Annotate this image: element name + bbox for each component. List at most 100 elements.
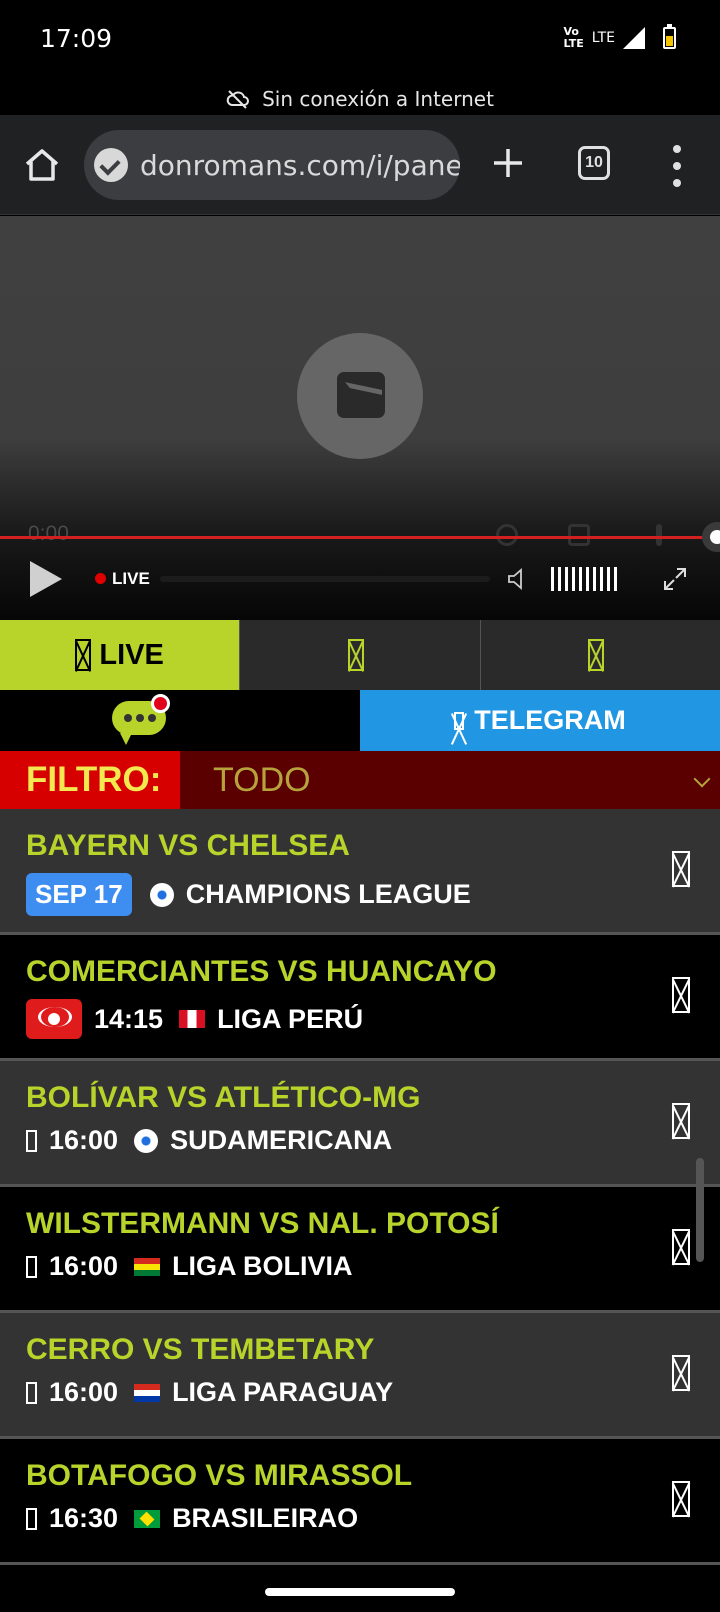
tab-live-label: LIVE bbox=[99, 638, 164, 671]
match-time: 16:00 bbox=[49, 1125, 119, 1155]
match-title[interactable]: WILSTERMANN VS NAL. POTOSÍ bbox=[26, 1207, 499, 1241]
league-name: CHAMPIONS LEAGUE bbox=[185, 879, 471, 909]
progress-bar[interactable] bbox=[0, 536, 720, 539]
date-badge: SEP 17 bbox=[26, 873, 132, 916]
league-name: BRASILEIRAO bbox=[172, 1503, 359, 1533]
tab-glyph-icon bbox=[588, 639, 605, 671]
live-broadcast-icon bbox=[26, 999, 82, 1039]
battery-charging-icon bbox=[663, 24, 676, 49]
offline-text: Sin conexión a Internet bbox=[262, 86, 494, 111]
match-meta: SEP 17 CHAMPIONS LEAGUE bbox=[26, 873, 471, 916]
play-match-icon[interactable] bbox=[672, 977, 690, 1013]
url-text[interactable]: donromans.com/i/panel/ bbox=[140, 149, 460, 182]
match-title[interactable]: BOTAFOGO VS MIRASSOL bbox=[26, 1459, 412, 1493]
plus-icon[interactable] bbox=[488, 143, 528, 183]
match-row[interactable]: BAYERN VS CHELSEA SEP 17 CHAMPIONS LEAGUE bbox=[0, 809, 720, 935]
peru-flag-icon bbox=[179, 1010, 206, 1028]
lte-label: LTE bbox=[591, 30, 615, 46]
browser-toolbar: donromans.com/i/panel/ 10 bbox=[0, 115, 720, 215]
match-meta: 16:00 LIGA PARAGUAY bbox=[26, 1377, 393, 1408]
soccer-ball-icon bbox=[149, 882, 174, 907]
match-row[interactable]: COMERCIANTES VS HUANCAYO 14:15 LIGA PERÚ bbox=[0, 935, 720, 1061]
notification-dot bbox=[151, 694, 170, 713]
filter-label: FILTRO: bbox=[0, 751, 180, 809]
status-bar: 17:09 Vo LTE LTE bbox=[0, 0, 720, 82]
match-title[interactable]: CERRO VS TEMBETARY bbox=[26, 1333, 374, 1367]
volume-slider[interactable] bbox=[551, 567, 621, 591]
video-player[interactable]: 0:00 LIVE bbox=[0, 216, 720, 620]
play-match-icon[interactable] bbox=[672, 1355, 690, 1391]
filter-selected-value: TODO bbox=[213, 760, 311, 799]
ghost-controls bbox=[496, 522, 696, 548]
tab-glyph-icon bbox=[347, 639, 364, 671]
address-bar[interactable]: donromans.com/i/panel/ bbox=[84, 130, 460, 200]
match-list: BAYERN VS CHELSEA SEP 17 CHAMPIONS LEAGUE C… bbox=[0, 809, 720, 1565]
match-row[interactable]: BOTAFOGO VS MIRASSOL 16:30 BRASILEIRAO bbox=[0, 1439, 720, 1565]
play-match-icon[interactable] bbox=[672, 1229, 690, 1265]
match-time: 14:15 bbox=[94, 1003, 164, 1034]
more-vert-icon[interactable] bbox=[670, 145, 684, 187]
status-time: 17:09 bbox=[40, 24, 113, 53]
match-title[interactable]: COMERCIANTES VS HUANCAYO bbox=[26, 955, 497, 989]
filter-bar: FILTRO: TODO bbox=[0, 751, 720, 809]
secure-check-icon[interactable] bbox=[94, 148, 128, 182]
tab-second[interactable] bbox=[240, 620, 481, 690]
tab-third[interactable] bbox=[481, 620, 720, 690]
clock-icon bbox=[26, 1255, 37, 1278]
league-name: LIGA PERÚ bbox=[217, 1003, 364, 1034]
match-meta: 14:15 LIGA PERÚ bbox=[26, 999, 363, 1039]
play-icon[interactable] bbox=[30, 561, 62, 597]
clock-icon bbox=[26, 1507, 37, 1530]
league-name: LIGA PARAGUAY bbox=[172, 1377, 394, 1407]
chevron-down-icon[interactable] bbox=[693, 770, 711, 788]
telegram-icon bbox=[454, 711, 465, 730]
filter-select[interactable]: TODO bbox=[180, 751, 720, 809]
play-match-icon[interactable] bbox=[672, 1481, 690, 1517]
poster-placeholder bbox=[297, 333, 423, 459]
live-glyph-icon bbox=[75, 639, 92, 671]
telegram-label: TELEGRAM bbox=[474, 705, 626, 735]
match-meta: 16:00 LIGA BOLIVIA bbox=[26, 1251, 353, 1282]
tabs-icon[interactable]: 10 bbox=[578, 146, 610, 180]
clock-icon bbox=[26, 1129, 37, 1152]
match-time: 16:00 bbox=[49, 1251, 119, 1281]
progress-knob[interactable] bbox=[702, 522, 720, 552]
match-title[interactable]: BAYERN VS CHELSEA bbox=[26, 829, 350, 863]
match-meta: 16:30 BRASILEIRAO bbox=[26, 1503, 358, 1534]
ghost-time: 0:00 bbox=[28, 522, 69, 545]
tab-live[interactable]: LIVE bbox=[0, 620, 241, 690]
home-icon[interactable] bbox=[22, 145, 62, 185]
chat-row: TELEGRAM bbox=[0, 690, 720, 751]
section-tabs: LIVE bbox=[0, 620, 720, 690]
volume-icon[interactable] bbox=[506, 567, 530, 591]
signal-icon bbox=[623, 27, 645, 49]
league-name: LIGA BOLIVIA bbox=[172, 1251, 353, 1281]
match-time: 16:30 bbox=[49, 1503, 119, 1533]
offline-banner: Sin conexión a Internet bbox=[0, 82, 720, 115]
match-row[interactable]: CERRO VS TEMBETARY 16:00 LIGA PARAGUAY bbox=[0, 1313, 720, 1439]
match-meta: 16:00 SUDAMERICANA bbox=[26, 1125, 392, 1156]
live-dot-icon bbox=[95, 573, 106, 584]
league-name: SUDAMERICANA bbox=[170, 1125, 393, 1155]
paraguay-flag-icon bbox=[134, 1383, 161, 1402]
fullscreen-icon[interactable] bbox=[662, 566, 688, 592]
live-label: LIVE bbox=[112, 569, 150, 588]
match-row[interactable]: BOLÍVAR VS ATLÉTICO-MG 16:00 SUDAMERICANA bbox=[0, 1061, 720, 1187]
soccer-ball-icon bbox=[134, 1128, 159, 1153]
brazil-flag-icon bbox=[134, 1509, 161, 1528]
match-title[interactable]: BOLÍVAR VS ATLÉTICO-MG bbox=[26, 1081, 420, 1115]
chat-button[interactable] bbox=[0, 690, 360, 751]
status-icons: Vo LTE LTE bbox=[563, 24, 676, 50]
telegram-button[interactable]: TELEGRAM bbox=[360, 690, 720, 751]
match-row[interactable]: WILSTERMANN VS NAL. POTOSÍ 16:00 LIGA BOLI… bbox=[0, 1187, 720, 1313]
scrollbar[interactable] bbox=[696, 1158, 704, 1262]
clock-icon bbox=[26, 1381, 37, 1404]
match-time: 16:00 bbox=[49, 1377, 119, 1407]
cloud-off-icon bbox=[226, 89, 250, 109]
play-match-icon[interactable] bbox=[672, 851, 690, 887]
play-match-icon[interactable] bbox=[672, 1103, 690, 1139]
volte-icon: Vo LTE bbox=[563, 25, 584, 50]
bolivia-flag-icon bbox=[134, 1257, 161, 1276]
gesture-nav-handle[interactable] bbox=[265, 1588, 455, 1596]
seek-bar[interactable] bbox=[160, 576, 490, 582]
